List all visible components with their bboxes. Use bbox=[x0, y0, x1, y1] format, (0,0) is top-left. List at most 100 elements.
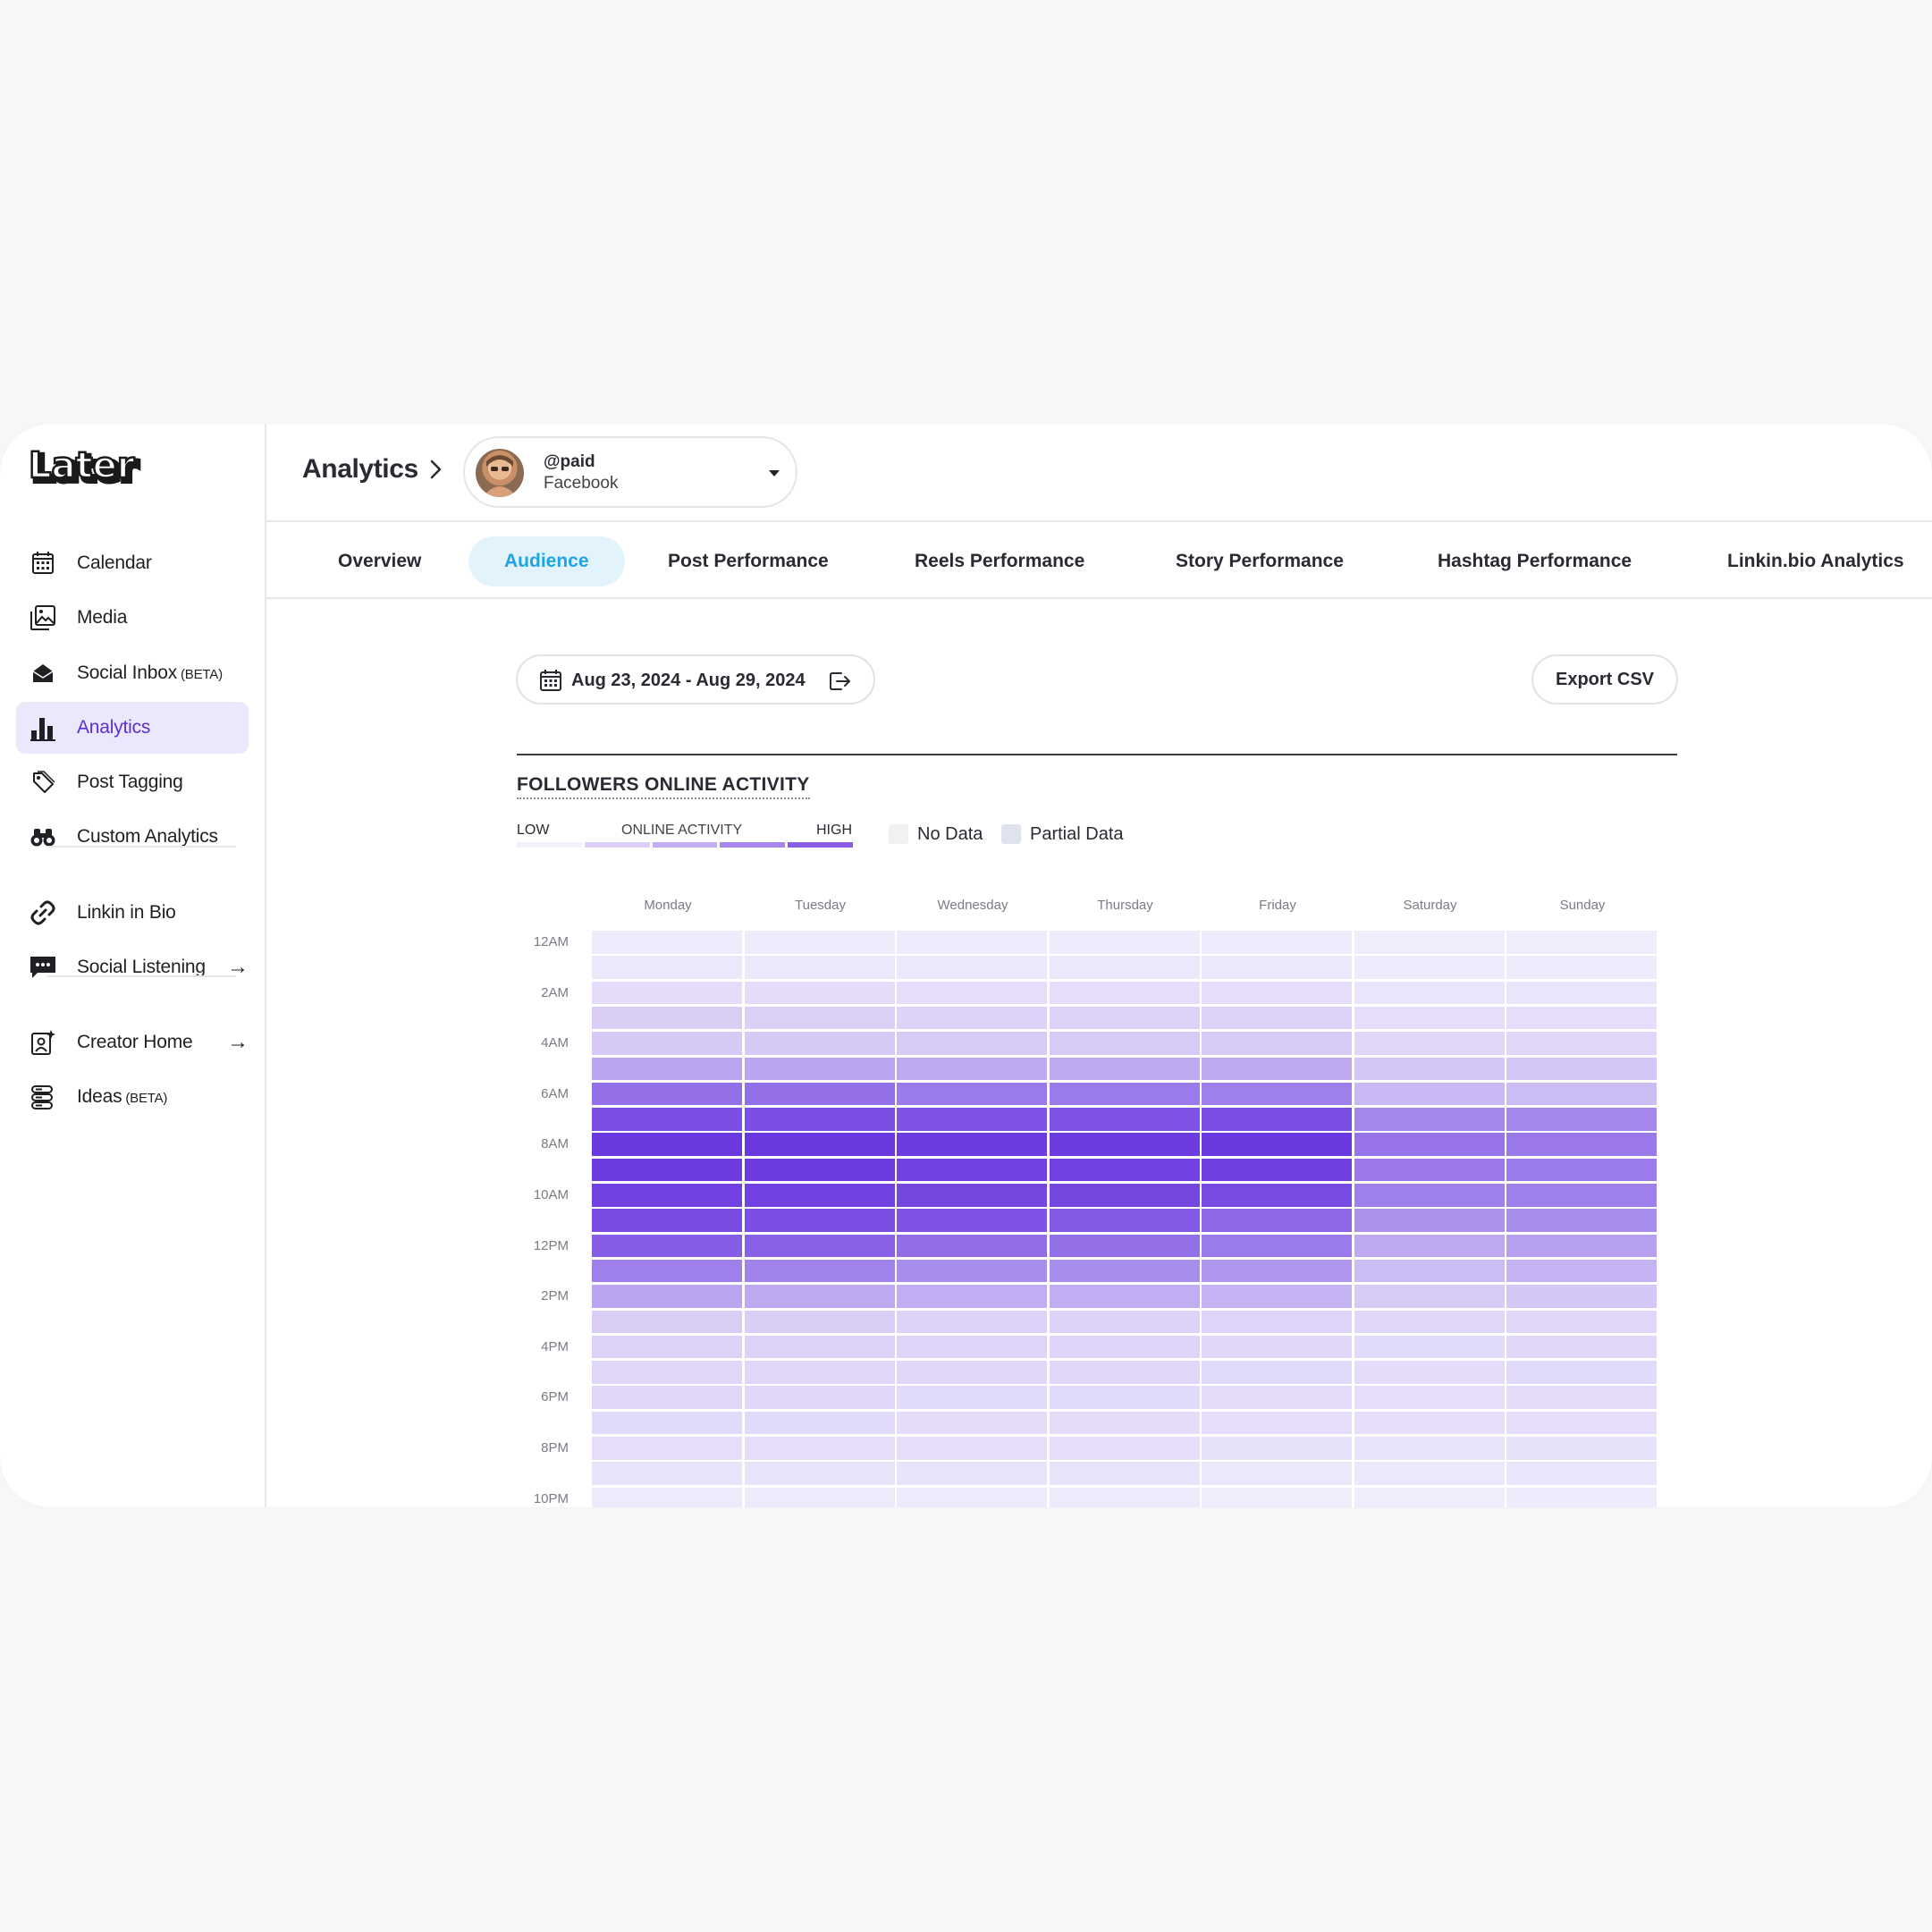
heatmap-cell[interactable] bbox=[1506, 1462, 1657, 1485]
heatmap-cell[interactable] bbox=[592, 956, 742, 979]
heatmap-cell[interactable] bbox=[1049, 1487, 1200, 1507]
heatmap-cell[interactable] bbox=[744, 1209, 895, 1232]
heatmap-cell[interactable] bbox=[592, 1361, 742, 1384]
heatmap-cell[interactable] bbox=[897, 1032, 1047, 1055]
heatmap-cell[interactable] bbox=[1049, 1133, 1200, 1156]
heatmap-cell[interactable] bbox=[744, 1462, 895, 1485]
heatmap-cell[interactable] bbox=[744, 1335, 895, 1359]
heatmap-cell[interactable] bbox=[744, 1259, 895, 1283]
heatmap-cell[interactable] bbox=[592, 1487, 742, 1507]
heatmap-cell[interactable] bbox=[1049, 1361, 1200, 1384]
heatmap-cell[interactable] bbox=[592, 1386, 742, 1409]
heatmap-cell[interactable] bbox=[897, 1057, 1047, 1080]
sidebar-item-social-listening[interactable]: Social Listening → bbox=[16, 941, 249, 993]
heatmap-cell[interactable] bbox=[1354, 1133, 1505, 1156]
heatmap-cell[interactable] bbox=[1506, 981, 1657, 1005]
heatmap-cell[interactable] bbox=[1506, 1032, 1657, 1055]
heatmap-cell[interactable] bbox=[744, 1057, 895, 1080]
heatmap-cell[interactable] bbox=[897, 1133, 1047, 1156]
sidebar-item-analytics[interactable]: Analytics bbox=[16, 702, 249, 754]
heatmap-cell[interactable] bbox=[1202, 1386, 1352, 1409]
heatmap-cell[interactable] bbox=[1049, 1310, 1200, 1333]
heatmap-cell[interactable] bbox=[897, 1361, 1047, 1384]
heatmap-cell[interactable] bbox=[1049, 1234, 1200, 1258]
heatmap-cell[interactable] bbox=[1049, 1082, 1200, 1106]
sidebar-item-calendar[interactable]: Calendar bbox=[16, 537, 249, 589]
heatmap-cell[interactable] bbox=[1506, 1310, 1657, 1333]
heatmap-cell[interactable] bbox=[1049, 1209, 1200, 1232]
account-selector[interactable]: @paid Facebook bbox=[463, 436, 797, 508]
heatmap-cell[interactable] bbox=[1354, 1386, 1505, 1409]
heatmap-cell[interactable] bbox=[897, 981, 1047, 1005]
heatmap-cell[interactable] bbox=[744, 1184, 895, 1207]
heatmap-cell[interactable] bbox=[1506, 1487, 1657, 1507]
heatmap-cell[interactable] bbox=[897, 956, 1047, 979]
heatmap-cell[interactable] bbox=[1506, 1361, 1657, 1384]
heatmap-cell[interactable] bbox=[1506, 1108, 1657, 1131]
heatmap-cell[interactable] bbox=[1354, 1158, 1505, 1182]
heatmap-cell[interactable] bbox=[1354, 1032, 1505, 1055]
heatmap-cell[interactable] bbox=[1049, 1032, 1200, 1055]
heatmap-cell[interactable] bbox=[744, 1386, 895, 1409]
heatmap-cell[interactable] bbox=[592, 1158, 742, 1182]
heatmap-cell[interactable] bbox=[1202, 1437, 1352, 1460]
heatmap-cell[interactable] bbox=[1202, 981, 1352, 1005]
heatmap-cell[interactable] bbox=[1049, 1335, 1200, 1359]
heatmap-cell[interactable] bbox=[1506, 1437, 1657, 1460]
tab-audience[interactable]: Audience bbox=[468, 536, 625, 586]
heatmap-cell[interactable] bbox=[592, 1259, 742, 1283]
heatmap-cell[interactable] bbox=[1506, 931, 1657, 954]
heatmap-cell[interactable] bbox=[744, 931, 895, 954]
heatmap-cell[interactable] bbox=[1506, 1057, 1657, 1080]
heatmap-cell[interactable] bbox=[1506, 1386, 1657, 1409]
heatmap-cell[interactable] bbox=[1049, 981, 1200, 1005]
heatmap-cell[interactable] bbox=[592, 1411, 742, 1435]
heatmap-cell[interactable] bbox=[1202, 931, 1352, 954]
heatmap-cell[interactable] bbox=[592, 1133, 742, 1156]
heatmap-cell[interactable] bbox=[592, 1006, 742, 1030]
heatmap-cell[interactable] bbox=[1354, 956, 1505, 979]
heatmap-cell[interactable] bbox=[1354, 1108, 1505, 1131]
heatmap-cell[interactable] bbox=[1506, 1335, 1657, 1359]
heatmap-cell[interactable] bbox=[1354, 1335, 1505, 1359]
heatmap-cell[interactable] bbox=[1202, 1234, 1352, 1258]
heatmap-cell[interactable] bbox=[1354, 1462, 1505, 1485]
heatmap-cell[interactable] bbox=[1354, 931, 1505, 954]
heatmap-cell[interactable] bbox=[1202, 1184, 1352, 1207]
heatmap-cell[interactable] bbox=[897, 1285, 1047, 1308]
heatmap-cell[interactable] bbox=[592, 1285, 742, 1308]
heatmap-cell[interactable] bbox=[1202, 956, 1352, 979]
heatmap-cell[interactable] bbox=[1049, 1158, 1200, 1182]
heatmap-cell[interactable] bbox=[1202, 1411, 1352, 1435]
heatmap-cell[interactable] bbox=[744, 1082, 895, 1106]
heatmap-cell[interactable] bbox=[1506, 1158, 1657, 1182]
heatmap-cell[interactable] bbox=[1202, 1032, 1352, 1055]
exit-icon[interactable] bbox=[829, 671, 852, 692]
heatmap-cell[interactable] bbox=[1506, 1259, 1657, 1283]
heatmap-cell[interactable] bbox=[1354, 1209, 1505, 1232]
heatmap-cell[interactable] bbox=[592, 981, 742, 1005]
heatmap-cell[interactable] bbox=[1202, 1209, 1352, 1232]
tab-overview[interactable]: Overview bbox=[302, 536, 457, 586]
heatmap-cell[interactable] bbox=[592, 1437, 742, 1460]
heatmap-cell[interactable] bbox=[1202, 1006, 1352, 1030]
heatmap-cell[interactable] bbox=[897, 1259, 1047, 1283]
sidebar-item-custom-analytics[interactable]: Custom Analytics bbox=[16, 811, 249, 863]
tab-hashtag-performance[interactable]: Hashtag Performance bbox=[1402, 536, 1667, 586]
heatmap-cell[interactable] bbox=[744, 1487, 895, 1507]
heatmap-cell[interactable] bbox=[1354, 1487, 1505, 1507]
heatmap-cell[interactable] bbox=[1049, 1006, 1200, 1030]
heatmap-cell[interactable] bbox=[592, 1082, 742, 1106]
heatmap-cell[interactable] bbox=[1506, 1082, 1657, 1106]
heatmap-cell[interactable] bbox=[1202, 1133, 1352, 1156]
heatmap-cell[interactable] bbox=[744, 1006, 895, 1030]
sidebar-item-post-tagging[interactable]: Post Tagging bbox=[16, 756, 249, 808]
heatmap-cell[interactable] bbox=[744, 1285, 895, 1308]
heatmap-cell[interactable] bbox=[1354, 1310, 1505, 1333]
later-logo[interactable]: Later Later bbox=[27, 449, 154, 495]
heatmap-cell[interactable] bbox=[1506, 956, 1657, 979]
heatmap-cell[interactable] bbox=[897, 1462, 1047, 1485]
tab-story-performance[interactable]: Story Performance bbox=[1140, 536, 1379, 586]
heatmap-cell[interactable] bbox=[1202, 1108, 1352, 1131]
heatmap-cell[interactable] bbox=[1049, 1285, 1200, 1308]
